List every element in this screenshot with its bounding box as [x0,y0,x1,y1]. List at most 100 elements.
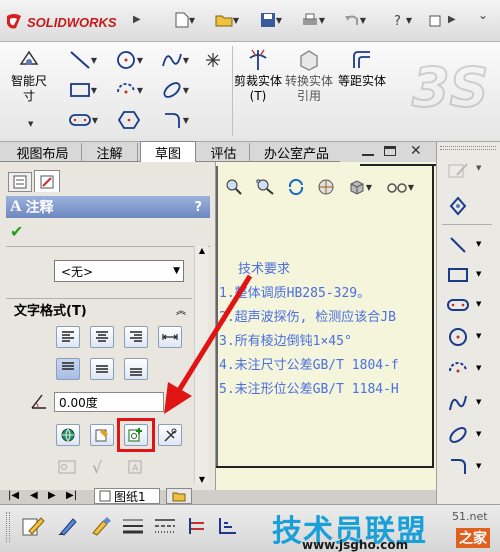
align-center-button[interactable] [90,326,114,348]
print-button[interactable]: ▼ [298,10,328,30]
smart-dimension-button[interactable]: 智能尺寸 [6,46,52,112]
arc-side-button[interactable] [444,356,472,382]
undo-button[interactable]: ▼ [340,10,370,30]
rectangle-tool-button[interactable]: ▼ [62,78,104,102]
align-left-button[interactable] [56,326,80,348]
doc-close-button[interactable]: ✕ [410,143,422,159]
options-button[interactable] [426,12,444,30]
align-top-button[interactable] [56,358,80,380]
align-bottom-button[interactable] [124,358,148,380]
tab-sketch[interactable]: 草图 [140,141,196,162]
sketch-button[interactable] [444,158,472,184]
slot-side-icon [447,299,469,311]
add-sheet-tab[interactable] [166,488,192,504]
geometric-tolerance-icon[interactable] [58,460,76,477]
sheet-nav-first[interactable]: |◀ [8,490,19,501]
link-to-property-button[interactable] [90,424,114,446]
right-toolbar-grip[interactable] [440,146,496,150]
angle-input[interactable]: 0.00度 [54,392,164,412]
polygon-tool-button[interactable] [108,108,150,132]
layer-button[interactable] [212,512,242,540]
tab-evaluate[interactable]: 评估 [198,143,250,162]
logo-menu-arrow[interactable]: ▶ [133,14,141,25]
sheet-tab-1[interactable]: 图纸1 [94,488,160,504]
point-tool-button[interactable] [200,48,226,72]
pm-help-button[interactable]: ? [194,200,202,215]
pm-tab-feature-tree[interactable] [8,172,32,192]
slot-side-button[interactable] [444,292,472,318]
minimize-icon[interactable]: ⌄ [478,8,488,22]
slot-icon [69,114,91,126]
ribbon-expand-arrow[interactable]: ▶ [448,14,456,25]
slot-side-dropdown[interactable]: ▼ [476,300,481,308]
scroll-up-arrow[interactable]: ▲ [195,246,209,255]
open-folder-button[interactable]: ▼ [212,10,242,30]
help-icon: ? [394,14,401,28]
fillet-side-button[interactable] [444,454,472,480]
ok-checkmark-button[interactable]: ✔ [10,222,23,241]
sheet-nav-last[interactable]: ▶| [66,490,77,501]
offset-entities-button[interactable]: 等距实体 [338,46,386,116]
align-right-button[interactable] [124,326,148,348]
note-a-icon: A [10,198,22,215]
scroll-down-arrow[interactable]: ▼ [195,475,209,484]
convert-entities-button[interactable]: 转换实体引用 [284,46,334,116]
tab-office-products[interactable]: 办公室产品 [250,143,344,162]
zoom-area-button[interactable] [252,176,278,198]
spline-tool-button[interactable]: ▼ [154,48,196,72]
trim-entities-button[interactable]: 剪裁实体(T) [234,46,282,116]
help-button[interactable]: ? ▼ [388,10,414,30]
doc-minimize-button[interactable] [362,148,374,156]
circle-side-dropdown[interactable]: ▼ [476,332,481,340]
ellipse-side-dropdown[interactable]: ▼ [476,430,481,438]
align-middle-button[interactable] [90,358,114,380]
smart-dimension-side-button[interactable] [444,192,472,218]
rectangle-side-button[interactable] [444,262,472,288]
ellipse-side-button[interactable] [444,422,472,448]
pm-tab-property[interactable] [34,170,60,192]
line-side-button[interactable] [444,232,472,258]
view-settings-button[interactable]: ▼ [382,176,418,198]
format-painter-button[interactable] [86,512,116,540]
hide-show-edges-button[interactable] [182,512,212,540]
ellipse-tool-button[interactable]: ▼ [154,78,196,102]
fillet-tool-button[interactable]: ▼ [154,108,196,132]
sketch-dropdown[interactable]: ▼ [476,164,481,172]
spline-side-dropdown[interactable]: ▼ [476,398,481,406]
sheet-nav-prev[interactable]: ◀ [30,490,38,501]
line-tool-button[interactable]: ▼ [62,48,104,72]
datum-feature-icon[interactable]: A [126,460,144,477]
rectangle-side-dropdown[interactable]: ▼ [476,270,481,278]
rotate-view-button[interactable] [284,176,308,198]
save-button[interactable]: ▼ [256,10,286,30]
line-thickness-button[interactable] [118,512,148,540]
display-style-button[interactable] [314,176,338,198]
surface-finish-icon[interactable]: √ [92,458,102,477]
spline-side-button[interactable] [444,390,472,416]
line-style-button[interactable] [150,512,180,540]
solidworks-logo[interactable]: SOLIDWORKS [4,10,124,34]
circle-tool-button[interactable]: ▼ [108,48,150,72]
circle-side-button[interactable] [444,324,472,350]
fillet-side-dropdown[interactable]: ▼ [476,462,481,470]
smart-note-button[interactable] [18,512,48,540]
drawing-border-bottom [216,466,432,468]
angle-icon [30,392,48,413]
tab-annotation[interactable]: 注解 [82,143,138,162]
bottom-toolbar-grip[interactable] [6,512,10,542]
sheet-nav-next[interactable]: ▶ [48,490,56,501]
doc-restore-button[interactable] [384,146,396,156]
convert-entities-icon [300,50,318,71]
zoom-to-fit-button[interactable] [222,176,246,198]
arc-tool-button[interactable]: ▼ [108,78,150,102]
line-side-dropdown[interactable]: ▼ [476,240,481,248]
spell-check-button[interactable] [52,512,82,540]
slot-tool-button[interactable]: ▼ [62,108,104,132]
smart-dimension-dropdown[interactable]: ▼ [28,120,33,128]
new-document-button[interactable]: ▼ [170,10,200,30]
view-orientation-button[interactable]: ▼ [344,176,376,198]
tab-view-layout[interactable]: 视图布局 [4,143,82,162]
lock-note-button[interactable] [158,424,182,446]
insert-hyperlink-button[interactable] [56,424,80,446]
arc-side-dropdown[interactable]: ▼ [476,364,481,372]
